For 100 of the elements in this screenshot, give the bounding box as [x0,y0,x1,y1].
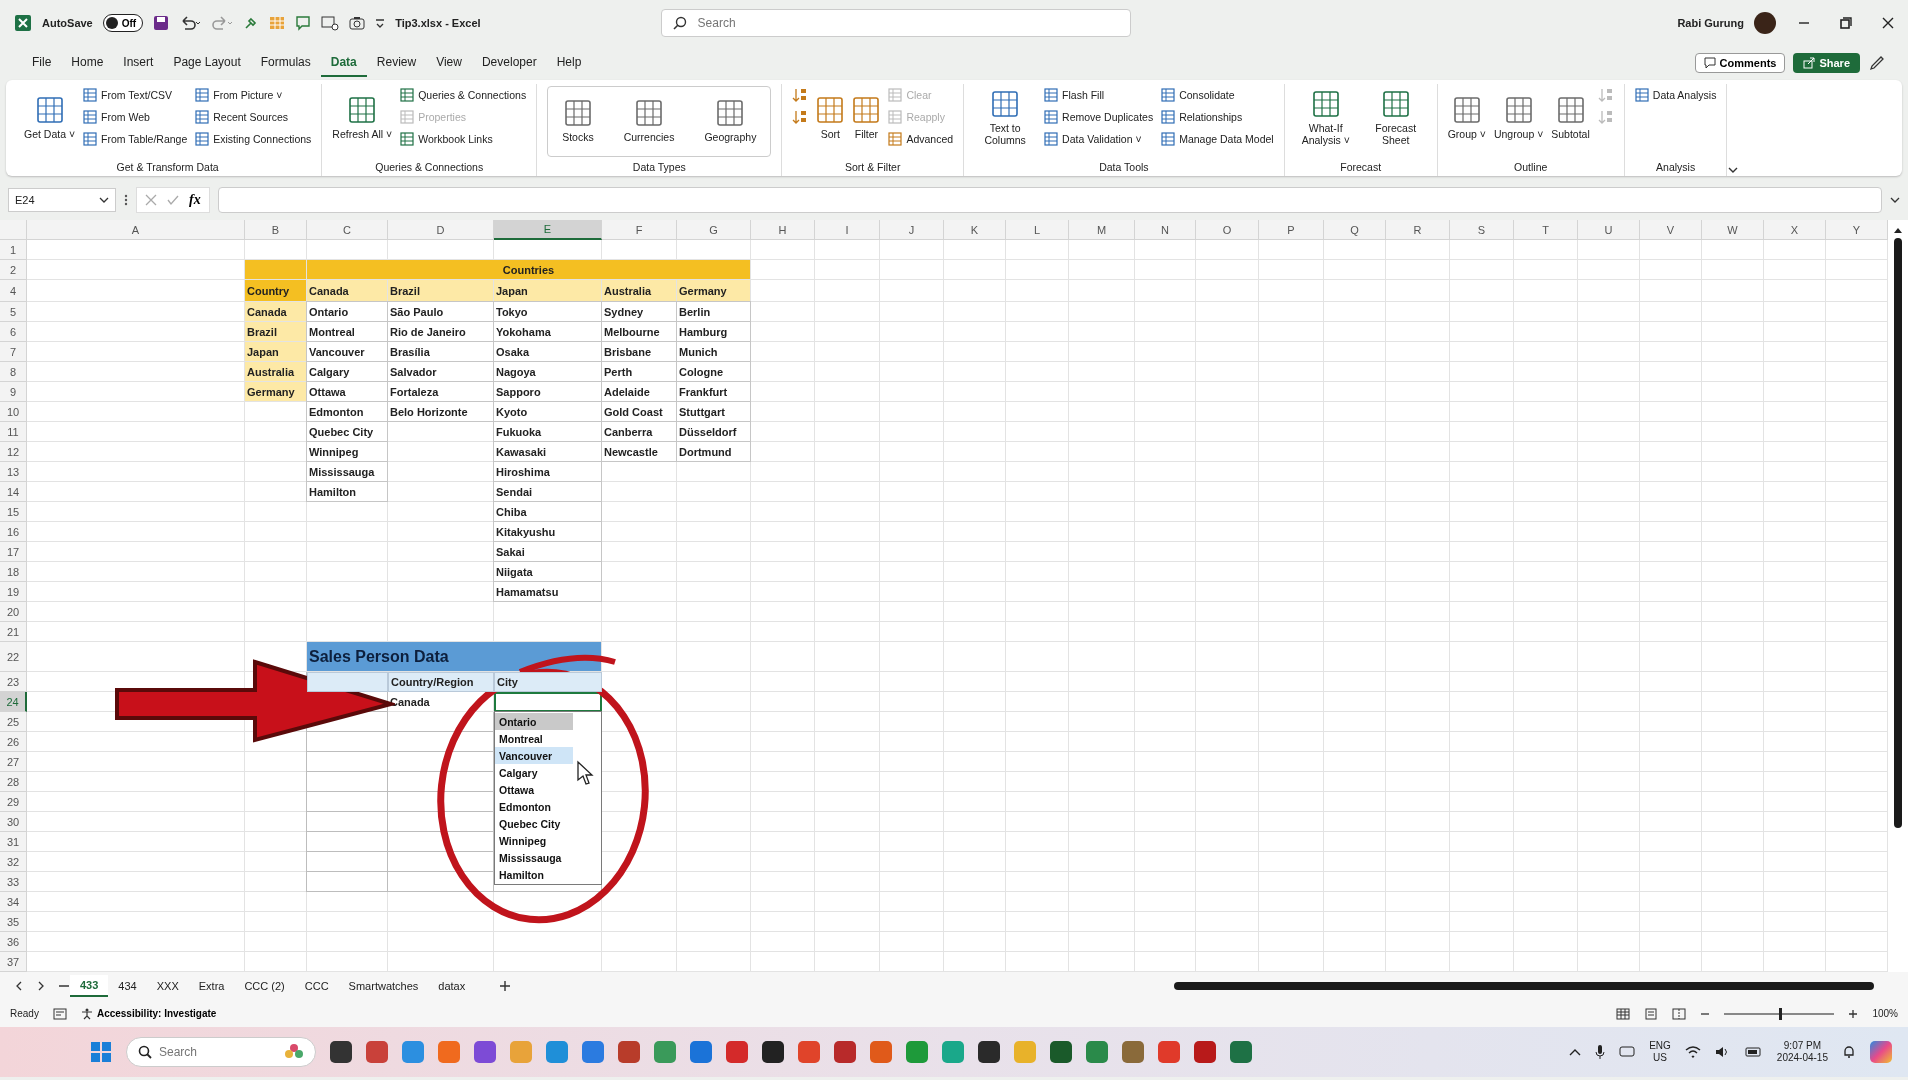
column-header[interactable]: A [27,220,245,240]
row-header[interactable]: 11 [0,422,27,442]
region-indicator[interactable]: US [1653,1052,1667,1064]
pen-icon[interactable] [1868,54,1886,72]
row-header[interactable]: 29 [0,792,27,812]
ribbon-tab[interactable]: Page Layout [163,49,251,77]
sort-icon[interactable] [792,109,809,125]
check-icon[interactable] [167,194,179,206]
row-header[interactable]: 6 [0,322,27,342]
ribbon-button[interactable]: Filter [852,94,881,140]
row-header[interactable]: 9 [0,382,27,402]
chevron-down-icon[interactable] [1890,195,1900,205]
horizontal-scrollbar[interactable] [1174,982,1874,990]
ribbon-tab[interactable]: Formulas [250,49,321,77]
column-header[interactable]: P [1259,220,1324,240]
ribbon-button[interactable]: Sort [816,94,845,140]
sort-icon[interactable] [792,87,809,103]
ribbon-tab[interactable]: Help [546,49,592,77]
ribbon-button[interactable]: Get Data ˅ [24,94,76,140]
row-header[interactable]: 37 [0,952,27,972]
share-button[interactable]: Share [1793,53,1860,73]
row-header[interactable]: 30 [0,812,27,832]
dropdown-item[interactable]: Calgary [495,764,573,781]
zoom-slider[interactable] [1779,1007,1783,1020]
column-header[interactable]: B [245,220,307,240]
sheet-tab[interactable]: 434 [108,976,147,996]
ribbon-button[interactable]: From Picture ˅ [195,88,312,102]
ribbon-button[interactable]: Data Validation ˅ [1044,132,1154,146]
ribbon-button[interactable]: Advanced [888,132,954,146]
column-header[interactable]: W [1702,220,1764,240]
dropdown-item[interactable]: Edmonton [495,798,573,815]
row-header[interactable]: 13 [0,462,27,482]
row-header[interactable]: 14 [0,482,27,502]
vertical-scrollbar[interactable] [1894,238,1902,828]
row-header[interactable]: 31 [0,832,27,852]
ribbon-button[interactable]: Geography [704,97,757,143]
column-header[interactable]: I [815,220,880,240]
sheet-tab[interactable]: Extra [188,976,235,996]
ribbon-button[interactable]: Existing Connections [195,132,312,146]
user-avatar[interactable] [1754,12,1776,34]
ribbon-button[interactable]: From Text/CSV [83,88,188,102]
colorful-app-icon[interactable] [1870,1041,1892,1063]
app-icon[interactable] [330,1041,352,1063]
dropdown-item[interactable]: Ottawa [495,781,573,798]
dropdown-item[interactable]: Quebec City [495,815,573,832]
row-header[interactable]: 28 [0,772,27,792]
app-icon[interactable] [1050,1041,1072,1063]
column-header[interactable]: Y [1826,220,1888,240]
ribbon-button[interactable]: Recent Sources [195,110,312,124]
row-header[interactable]: 17 [0,542,27,562]
more-icon[interactable] [124,193,128,207]
sheet-tab[interactable]: 433 [70,975,109,997]
ribbon-tab[interactable]: Data [320,49,367,77]
row-header[interactable]: 5 [0,302,27,322]
ribbon-button[interactable]: Flash Fill [1044,88,1154,102]
column-header[interactable]: L [1006,220,1069,240]
restore-icon[interactable] [1840,17,1852,29]
battery-icon[interactable] [1744,1047,1763,1057]
normal-view-icon[interactable] [1616,1007,1631,1020]
windows-start-icon[interactable] [90,1041,112,1063]
row-header[interactable]: 16 [0,522,27,542]
row-header[interactable]: 15 [0,502,27,522]
row-header[interactable]: 19 [0,582,27,602]
sheet-tab[interactable]: XXX [146,976,189,996]
dropdown-item[interactable]: Winnipeg [495,832,573,849]
row-header[interactable]: 21 [0,622,27,642]
ribbon-button[interactable]: Group ˅ [1447,94,1486,140]
app-icon[interactable] [762,1041,784,1063]
ribbon-tab[interactable]: Developer [471,49,547,77]
clock-date[interactable]: 2024-04-15 [1776,1052,1828,1064]
column-header[interactable]: E [494,220,602,240]
row-header[interactable]: 27 [0,752,27,772]
column-header[interactable]: S [1450,220,1514,240]
camera-icon[interactable] [349,15,366,31]
ribbon-tab[interactable]: Insert [113,49,164,77]
comment-icon[interactable] [295,15,312,31]
sheet-tab[interactable]: datax [428,976,476,996]
bell-icon[interactable] [1842,1045,1856,1059]
clock-time[interactable]: 9:07 PM [1783,1040,1822,1052]
ribbon-tab[interactable]: Home [61,49,114,77]
previous-icon[interactable] [14,981,24,991]
app-icon[interactable] [978,1041,1000,1063]
column-header[interactable]: C [307,220,388,240]
column-header[interactable]: M [1069,220,1135,240]
add-sheet-icon[interactable] [499,980,512,992]
wifi-icon[interactable] [1684,1046,1701,1058]
column-header[interactable]: J [880,220,944,240]
row-header[interactable]: 33 [0,872,27,892]
ribbon-button[interactable]: Consolidate [1161,88,1274,102]
row-header[interactable]: 7 [0,342,27,362]
column-header[interactable]: H [751,220,815,240]
row-header[interactable]: 35 [0,912,27,932]
row-header[interactable]: 8 [0,362,27,382]
next-icon[interactable] [36,981,46,991]
ribbon-tab[interactable]: File [22,49,62,77]
row-header[interactable]: 20 [0,602,27,622]
row-header[interactable]: 36 [0,932,27,952]
column-header[interactable]: O [1196,220,1259,240]
row-header[interactable]: 22 [0,642,27,672]
row-header[interactable]: 32 [0,852,27,872]
